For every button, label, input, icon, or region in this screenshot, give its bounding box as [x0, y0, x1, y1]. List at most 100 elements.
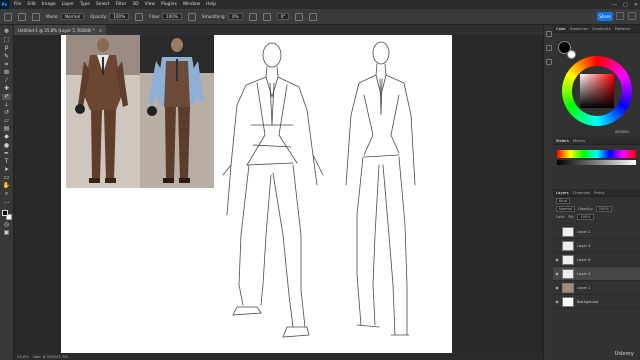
frame-tool-icon[interactable]: ⊠ [2, 69, 11, 76]
maximize-button[interactable]: □ [623, 2, 628, 8]
properties-panel-icon[interactable] [545, 45, 552, 51]
canvas[interactable] [61, 35, 452, 360]
menu-layer[interactable]: Layer [59, 2, 77, 7]
tab-color[interactable]: Color [556, 26, 566, 31]
menu-plugins[interactable]: Plugins [158, 2, 180, 7]
dodge-tool-icon[interactable]: ● [2, 142, 11, 149]
tab-channels[interactable]: Channels [573, 190, 591, 195]
menu-filter[interactable]: Filter [113, 2, 130, 7]
crop-tool-icon[interactable]: ⌗ [2, 61, 11, 68]
layer-opacity-field[interactable]: 100% [595, 206, 613, 212]
menu-window[interactable]: Window [180, 2, 203, 7]
healing-tool-icon[interactable]: ✚ [2, 86, 11, 93]
spectrum-bar[interactable] [557, 150, 636, 158]
fashion-sketch [222, 41, 416, 338]
layer-row[interactable]: ◉ Layer 1 [553, 281, 640, 295]
tab-patterns[interactable]: Patterns [615, 26, 631, 31]
smoothing-label: Smoothing: [201, 14, 226, 19]
search-icon[interactable] [616, 12, 624, 20]
symmetry-icon[interactable] [309, 12, 318, 21]
angle-field[interactable]: 0° [276, 13, 290, 20]
menu-image[interactable]: Image [39, 2, 59, 7]
eye-icon[interactable]: ◉ [553, 299, 561, 304]
brush-tool-icon[interactable] [18, 12, 26, 21]
home-icon[interactable] [4, 12, 12, 21]
menu-3d[interactable]: 3D [129, 2, 141, 7]
menu-edit[interactable]: Edit [24, 2, 39, 7]
adjustments-panel-icon[interactable] [545, 59, 552, 65]
layer-row[interactable]: Layer 4 [553, 239, 640, 253]
close-window-button[interactable]: ✕ [634, 2, 638, 8]
type-tool-icon[interactable]: T [2, 158, 11, 166]
window-controls: — □ ✕ [612, 0, 638, 9]
layer-name: Layer 1 [577, 285, 591, 290]
workspace-icon[interactable] [628, 12, 636, 20]
brush-preset-icon[interactable] [32, 12, 40, 21]
airbrush-icon[interactable] [187, 12, 196, 21]
share-button[interactable]: Share [597, 12, 613, 21]
layer-row[interactable]: ◉ Layer 6 [553, 253, 640, 267]
flow-field[interactable]: 100% [161, 13, 182, 20]
close-tab-icon[interactable]: × [99, 28, 102, 33]
screen-mode-icon[interactable]: ▣ [2, 230, 11, 237]
pressure-size-icon[interactable] [295, 12, 304, 21]
clone-stamp-tool-icon[interactable]: ⊥ [2, 102, 11, 109]
history-panel-icon[interactable] [545, 31, 552, 37]
brush-tool-icon[interactable]: ✐ [2, 94, 11, 101]
mode-select[interactable]: Normal [60, 13, 84, 20]
layer-row[interactable]: ◉ Background [553, 295, 640, 309]
menu-type[interactable]: Type [77, 2, 93, 7]
tab-mixers[interactable]: Mixers [573, 138, 585, 143]
marquee-tool-icon[interactable]: ⬚ [2, 37, 11, 44]
hand-tool-icon[interactable]: ✋ [2, 183, 11, 190]
tab-layers[interactable]: Layers [556, 190, 569, 195]
color-swatches[interactable] [1, 210, 12, 221]
lasso-tool-icon[interactable]: ρ [2, 45, 11, 52]
pen-tool-icon[interactable]: ✒ [2, 150, 11, 157]
eraser-tool-icon[interactable]: ▱ [2, 118, 11, 125]
move-tool-icon[interactable]: ✥ [2, 29, 11, 36]
hex-value[interactable]: 000000 [615, 130, 629, 134]
layer-kind-filter[interactable]: Kind [556, 198, 570, 204]
tab-swatches[interactable]: Swatches [570, 26, 588, 31]
zoom-level[interactable]: 25.8% [17, 354, 29, 359]
grayscale-bar[interactable] [557, 160, 636, 165]
eye-icon[interactable]: ◉ [553, 285, 561, 290]
minimize-button[interactable]: — [612, 2, 617, 8]
menu-help[interactable]: Help [203, 2, 219, 7]
layers-panel-tabs: Layers Channels Paths [553, 189, 640, 197]
background-color-chip[interactable] [567, 50, 576, 59]
saturation-square[interactable] [580, 74, 614, 108]
tab-gradients[interactable]: Gradients [592, 26, 611, 31]
rectangle-tool-icon[interactable]: ▭ [2, 175, 11, 182]
history-brush-tool-icon[interactable]: ↺ [2, 110, 11, 117]
blur-tool-icon[interactable]: ◆ [2, 134, 11, 141]
angle-icon [262, 12, 271, 21]
tab-paths[interactable]: Paths [594, 190, 604, 195]
gradient-tool-icon[interactable]: ▤ [2, 126, 11, 133]
eyedropper-tool-icon[interactable]: ⁄ [2, 78, 11, 85]
right-panels: Color Swatches Gradients Patterns 000000… [553, 25, 640, 360]
smoothing-settings-icon[interactable] [248, 12, 257, 21]
layer-row[interactable]: Layer 2 [553, 225, 640, 239]
blend-mode-select[interactable]: Normal [556, 206, 576, 212]
layer-row-selected[interactable]: ◉ Layer 5 [553, 267, 640, 281]
opacity-field[interactable]: 100% [109, 13, 130, 20]
quick-mask-icon[interactable]: ◎ [2, 222, 11, 229]
eye-icon[interactable]: ◉ [553, 271, 561, 276]
zoom-tool-icon[interactable]: ⌕ [2, 191, 11, 198]
foreground-color-swatch[interactable] [1, 210, 8, 217]
eye-icon[interactable]: ◉ [553, 257, 561, 262]
opacity-option: Opacity: 100% [90, 13, 130, 20]
document-tab[interactable]: Untitled-1 @ 25.8% (Layer 5, RGB/8) * × [14, 25, 107, 35]
fill-field[interactable]: 100% [577, 214, 594, 220]
path-select-tool-icon[interactable]: ➤ [2, 167, 11, 174]
quick-select-tool-icon[interactable]: ✎ [2, 53, 11, 60]
tab-sliders[interactable]: Sliders [556, 138, 569, 143]
pressure-opacity-icon[interactable] [135, 12, 144, 21]
menu-view[interactable]: View [142, 2, 158, 7]
menu-file[interactable]: File [11, 2, 24, 7]
smoothing-field[interactable]: 0% [227, 13, 243, 20]
menu-select[interactable]: Select [93, 2, 113, 7]
more-tools-icon[interactable]: … [2, 199, 11, 206]
